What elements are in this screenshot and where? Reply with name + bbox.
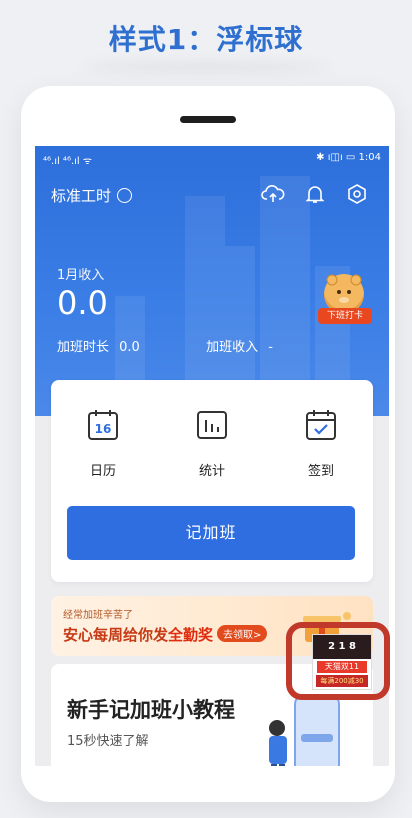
settings-icon[interactable] <box>345 182 369 206</box>
record-overtime-button[interactable]: 记加班 <box>67 506 355 560</box>
status-bar: ⁴⁶.ıl ⁴⁶.ıl ᯤ ✱ ı◫ı ▭ 1:04 <box>35 146 389 172</box>
tutorial-subtitle: 15秒快速了解 <box>67 734 149 749</box>
battery-time-status: ✱ ı◫ı ▭ 1:04 <box>316 152 381 163</box>
month-income-label: 1月收入 <box>57 268 105 283</box>
overtime-income-value: - <box>268 340 273 355</box>
ad-offer: 每满200减30 <box>316 675 368 687</box>
banner-subtitle: 经常加班辛苦了 <box>63 610 133 621</box>
overtime-summary: 加班时长 0.0 加班收入 - <box>57 336 279 355</box>
signal-status: ⁴⁶.ıl ⁴⁶.ıl ᯤ <box>43 156 92 167</box>
hero-header: ⁴⁶.ıl ⁴⁶.ıl ᯤ ✱ ı◫ı ▭ 1:04 标准工时 1月收入 0.0… <box>35 146 389 416</box>
ad-brand: 天猫双11 <box>317 661 367 673</box>
stats-icon <box>197 411 227 439</box>
tool-label-checkin: 签到 <box>307 464 334 479</box>
cloud-upload-icon[interactable] <box>261 182 285 206</box>
banner-cta-button[interactable]: 去领取> <box>217 625 268 642</box>
checkin-tool[interactable]: 签到 <box>291 408 351 479</box>
overtime-income-label: 加班收入 <box>206 340 259 355</box>
month-income-value: 0.0 <box>57 284 108 322</box>
page-title: 样式1：浮标球 <box>108 23 304 56</box>
checkin-icon <box>306 410 336 440</box>
ad-number: 2 1 8 <box>313 635 371 659</box>
banner-highlight: 全勤奖 <box>168 626 214 644</box>
tools-card: 16 日历 统计 签到 记加班 <box>51 380 373 582</box>
app-header: 标准工时 <box>35 178 389 212</box>
clock-out-label: 下班打卡 <box>318 308 372 324</box>
clock-out-button[interactable]: 下班打卡 <box>318 274 372 328</box>
tool-label-stats: 统计 <box>198 464 225 479</box>
stats-tool[interactable]: 统计 <box>182 408 242 479</box>
tool-label-calendar: 日历 <box>89 464 116 479</box>
calendar-icon: 16 <box>88 410 118 440</box>
overtime-hours-label: 加班时长 <box>57 340 110 355</box>
mode-switch[interactable]: 标准工时 <box>51 185 133 206</box>
banner-title: 安心每周给你发全勤奖 去领取> <box>63 624 268 645</box>
title-shadow <box>80 62 332 72</box>
tutorial-title: 新手记加班小教程 <box>67 698 235 722</box>
calendar-tool[interactable]: 16 日历 <box>73 408 133 479</box>
overtime-hours-value: 0.0 <box>119 340 140 355</box>
floating-ad-ball[interactable]: 2 1 8 天猫双11 每满200减30 <box>286 622 390 700</box>
calendar-day: 16 <box>95 422 112 436</box>
mode-label: 标准工时 <box>51 187 112 205</box>
speaker-notch <box>180 116 236 123</box>
switch-icon <box>117 188 133 203</box>
ad-image[interactable]: 2 1 8 天猫双11 每满200减30 <box>312 634 372 690</box>
bell-icon[interactable] <box>303 182 327 206</box>
tutorial-illustration <box>269 695 340 766</box>
